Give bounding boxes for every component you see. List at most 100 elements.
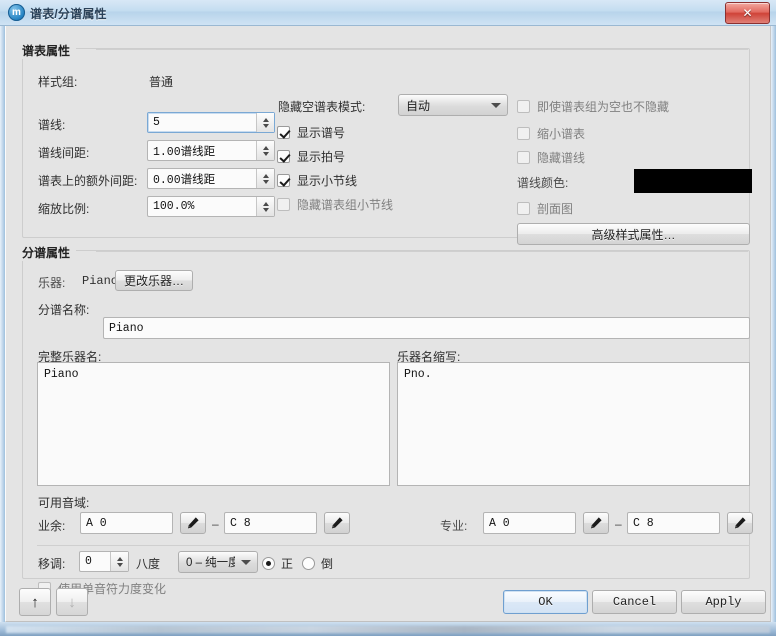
dialog-window: m 谱表/分谱属性 ✕ 谱表属性 样式组: 普通 谱线: 5 谱线间距: 1.0… xyxy=(0,0,776,636)
lines-value[interactable]: 5 xyxy=(148,113,256,132)
professional-high-pencil-button[interactable] xyxy=(727,512,753,534)
window-frame-right xyxy=(771,0,776,636)
next-staff-button[interactable]: ↓ xyxy=(56,588,88,616)
show-timesig-checkbox-box xyxy=(277,150,290,163)
scale-value[interactable]: 100.0% xyxy=(148,197,256,216)
transpose-interval-value: 0 – 纯一度 xyxy=(179,554,235,570)
dialog-body: 谱表属性 样式组: 普通 谱线: 5 谱线间距: 1.00谱线距 谱表上的额外间… xyxy=(5,26,771,622)
hide-empty-staves-label: 隐藏空谱表模式: xyxy=(278,98,365,115)
apply-button[interactable]: Apply xyxy=(681,590,766,614)
invisible-staff-checkbox[interactable]: 隐藏谱线 xyxy=(517,149,585,166)
amateur-range-separator: – xyxy=(212,517,219,531)
hide-system-barline-checkbox[interactable]: 隐藏谱表组小节线 xyxy=(277,196,393,213)
staff-color-swatch[interactable] xyxy=(634,169,752,193)
transpose-label: 移调: xyxy=(38,555,65,572)
transpose-octaves-spinner-buttons[interactable] xyxy=(110,552,128,571)
show-timesig-label: 显示拍号 xyxy=(297,148,345,165)
pencil-icon xyxy=(186,516,200,530)
amateur-low-input[interactable]: A 0 xyxy=(80,512,173,534)
extra-distance-spinbox[interactable]: 0.00谱线距 xyxy=(147,168,275,189)
part-name-input[interactable]: Piano xyxy=(103,317,750,339)
musescore-logo-icon: m xyxy=(8,4,25,21)
amateur-range-label: 业余: xyxy=(38,517,65,534)
transpose-octaves-value[interactable]: 0 xyxy=(80,552,110,571)
line-distance-value[interactable]: 1.00谱线距 xyxy=(148,141,256,160)
transpose-up-radio[interactable]: 正 xyxy=(262,555,293,572)
line-distance-spinbox[interactable]: 1.00谱线距 xyxy=(147,140,275,161)
transpose-down-label: 倒 xyxy=(321,555,333,572)
transpose-up-radio-circle xyxy=(262,557,275,570)
never-hide-label: 即使谱表组为空也不隐藏 xyxy=(537,98,669,115)
extra-distance-label: 谱表上的额外间距: xyxy=(38,172,137,189)
line-distance-spinner-buttons[interactable] xyxy=(256,141,274,160)
never-hide-checkbox[interactable]: 即使谱表组为空也不隐藏 xyxy=(517,98,669,115)
show-clef-checkbox[interactable]: 显示谱号 xyxy=(277,124,345,141)
long-instrument-name-textarea[interactable]: Piano xyxy=(37,362,390,486)
never-hide-checkbox-box xyxy=(517,100,530,113)
title-bar[interactable]: m 谱表/分谱属性 ✕ xyxy=(0,0,776,26)
close-icon: ✕ xyxy=(742,6,752,20)
octave-label: 八度 xyxy=(136,555,160,572)
amateur-high-pencil-button[interactable] xyxy=(324,512,350,534)
show-timesig-checkbox[interactable]: 显示拍号 xyxy=(277,148,345,165)
scale-label: 缩放比例: xyxy=(38,200,89,217)
lines-spinbox[interactable]: 5 xyxy=(147,112,275,133)
amateur-high-input[interactable]: C 8 xyxy=(224,512,317,534)
close-button[interactable]: ✕ xyxy=(725,2,770,24)
amateur-low-pencil-button[interactable] xyxy=(180,512,206,534)
hide-empty-staves-value: 自动 xyxy=(399,97,485,114)
usable-range-label: 可用音域: xyxy=(38,494,89,511)
cutaway-checkbox[interactable]: 剖面图 xyxy=(517,200,573,217)
show-clef-checkbox-box xyxy=(277,126,290,139)
short-instrument-name-textarea[interactable]: Pno. xyxy=(397,362,750,486)
professional-low-pencil-button[interactable] xyxy=(583,512,609,534)
pencil-icon xyxy=(589,516,603,530)
part-name-label: 分谱名称: xyxy=(38,301,89,318)
change-instrument-button[interactable]: 更改乐器… xyxy=(115,270,193,291)
transpose-up-label: 正 xyxy=(281,555,293,572)
transpose-octaves-spinbox[interactable]: 0 xyxy=(79,551,129,572)
professional-range-separator: – xyxy=(615,517,622,531)
cancel-button[interactable]: Cancel xyxy=(592,590,677,614)
professional-range-label: 专业: xyxy=(440,517,467,534)
invisible-staff-label: 隐藏谱线 xyxy=(537,149,585,166)
style-group-label: 样式组: xyxy=(38,73,77,90)
lines-spinner-buttons[interactable] xyxy=(256,113,274,132)
hide-empty-staves-combo[interactable]: 自动 xyxy=(398,94,508,116)
transpose-down-radio-circle xyxy=(302,557,315,570)
instrument-value: Piano xyxy=(82,274,118,288)
chevron-down-icon xyxy=(485,103,507,108)
range-transpose-divider xyxy=(37,545,750,546)
professional-high-input[interactable]: C 8 xyxy=(627,512,720,534)
pencil-icon xyxy=(330,516,344,530)
transpose-down-radio[interactable]: 倒 xyxy=(302,555,333,572)
advanced-style-properties-button[interactable]: 高级样式属性… xyxy=(517,223,750,245)
line-distance-label: 谱线间距: xyxy=(38,144,89,161)
hide-system-barline-label: 隐藏谱表组小节线 xyxy=(297,196,393,213)
show-barlines-checkbox-box xyxy=(277,174,290,187)
staff-properties-section-title: 谱表属性 xyxy=(22,42,76,59)
show-clef-label: 显示谱号 xyxy=(297,124,345,141)
extra-distance-spinner-buttons[interactable] xyxy=(256,169,274,188)
scale-spinner-buttons[interactable] xyxy=(256,197,274,216)
small-staff-label: 缩小谱表 xyxy=(537,125,585,142)
window-title: 谱表/分谱属性 xyxy=(30,5,107,22)
staff-color-label: 谱线颜色: xyxy=(517,174,568,191)
transpose-interval-combo[interactable]: 0 – 纯一度 xyxy=(178,551,258,573)
show-barlines-checkbox[interactable]: 显示小节线 xyxy=(277,172,357,189)
small-staff-checkbox[interactable]: 缩小谱表 xyxy=(517,125,585,142)
scale-spinbox[interactable]: 100.0% xyxy=(147,196,275,217)
pencil-icon xyxy=(733,516,747,530)
professional-low-input[interactable]: A 0 xyxy=(483,512,576,534)
ok-button[interactable]: OK xyxy=(503,590,588,614)
lines-label: 谱线: xyxy=(38,116,65,133)
part-properties-section-title: 分谱属性 xyxy=(22,244,76,261)
extra-distance-value[interactable]: 0.00谱线距 xyxy=(148,169,256,188)
show-barlines-label: 显示小节线 xyxy=(297,172,357,189)
small-staff-checkbox-box xyxy=(517,127,530,140)
chevron-down-icon xyxy=(235,560,257,565)
desktop-blur-strip xyxy=(6,626,770,633)
instrument-label: 乐器: xyxy=(38,274,65,291)
previous-staff-button[interactable]: ↑ xyxy=(19,588,51,616)
window-frame-bottom xyxy=(0,622,776,636)
